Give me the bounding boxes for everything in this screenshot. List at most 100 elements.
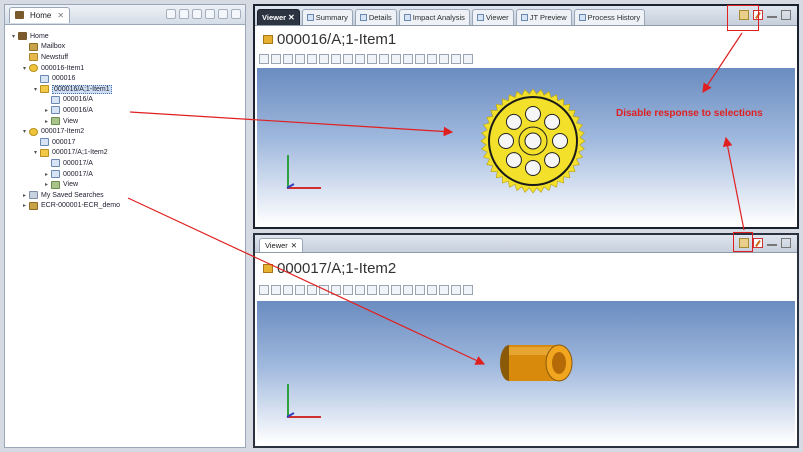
dataset-icon xyxy=(51,106,60,115)
settings-icon[interactable] xyxy=(463,54,473,64)
tree-node[interactable]: Mailbox xyxy=(9,42,241,53)
tree-node[interactable]: 000017/A xyxy=(9,158,241,169)
master-icon xyxy=(40,138,49,147)
minimize-icon[interactable] xyxy=(767,12,777,18)
expand-icon[interactable]: ▸ xyxy=(42,181,51,188)
collapse-icon[interactable]: ▾ xyxy=(31,86,40,93)
zoom-icon[interactable] xyxy=(343,54,353,64)
expand-icon[interactable]: ▸ xyxy=(42,118,51,125)
tree-node[interactable]: 000016 xyxy=(9,73,241,84)
tree-node[interactable]: ▾ 000016/A;1-Item1 xyxy=(9,84,241,95)
tab-home[interactable]: Home ✕ xyxy=(9,6,71,23)
measure-icon[interactable] xyxy=(379,285,389,295)
last-icon[interactable] xyxy=(307,54,317,64)
zoom-area-icon[interactable] xyxy=(331,285,341,295)
orbit-icon[interactable] xyxy=(355,54,365,64)
collapse-icon[interactable]: ▾ xyxy=(20,65,29,72)
forward-icon[interactable] xyxy=(179,9,189,19)
select-icon[interactable] xyxy=(259,285,269,295)
view-menu-icon[interactable] xyxy=(205,9,215,19)
move-icon[interactable] xyxy=(367,54,377,64)
tree-node[interactable]: ▾ Home xyxy=(9,31,241,42)
tree-node-label: 000017/A xyxy=(63,159,93,167)
close-icon[interactable]: ✕ xyxy=(57,11,64,20)
refresh-icon[interactable] xyxy=(192,9,202,19)
pan-icon[interactable] xyxy=(271,285,281,295)
editor-tab[interactable]: Viewer ✕ xyxy=(257,9,300,25)
zoom-icon[interactable] xyxy=(343,285,353,295)
measure-icon[interactable] xyxy=(379,54,389,64)
section-icon[interactable] xyxy=(391,54,401,64)
collapse-icon[interactable]: ▾ xyxy=(9,33,18,40)
editor-tab[interactable]: JT Preview xyxy=(515,9,572,25)
expand-icon[interactable]: ▸ xyxy=(42,171,51,178)
fit-icon[interactable] xyxy=(319,285,329,295)
hide-icon[interactable] xyxy=(451,285,461,295)
home-icon xyxy=(15,11,24,19)
gear-model[interactable] xyxy=(478,86,588,196)
tab-icon xyxy=(578,14,586,21)
expand-icon[interactable]: ▸ xyxy=(20,202,29,209)
tree-node[interactable]: 000016/A xyxy=(9,95,241,106)
snapshot-icon[interactable] xyxy=(415,54,425,64)
tree-node[interactable]: ▸ 000017/A xyxy=(9,169,241,180)
tube-model[interactable] xyxy=(497,333,587,393)
settings-icon[interactable] xyxy=(463,285,473,295)
maximize-icon[interactable] xyxy=(231,9,241,19)
tree-node[interactable]: ▸ My Saved Searches xyxy=(9,190,241,201)
expand-icon[interactable]: ▸ xyxy=(42,107,51,114)
tree-node[interactable]: ▸ ECR-000001-ECR_demo xyxy=(9,201,241,212)
shade-icon[interactable] xyxy=(427,54,437,64)
editor-tab[interactable]: Summary xyxy=(301,9,353,25)
tree-node[interactable]: ▸ View xyxy=(9,116,241,127)
hide-icon[interactable] xyxy=(451,54,461,64)
move-icon[interactable] xyxy=(367,285,377,295)
editor-tab[interactable]: Details xyxy=(354,9,397,25)
tree-node[interactable]: Newstuff xyxy=(9,52,241,63)
close-icon[interactable]: ✕ xyxy=(291,241,297,250)
tree-node[interactable]: ▸ View xyxy=(9,179,241,190)
collapse-icon[interactable]: ▾ xyxy=(20,128,29,135)
wire-icon[interactable] xyxy=(439,285,449,295)
minimize-icon[interactable] xyxy=(767,240,777,246)
first-icon[interactable] xyxy=(295,285,305,295)
markup-icon[interactable] xyxy=(403,285,413,295)
first-icon[interactable] xyxy=(295,54,305,64)
tree-node[interactable]: 000017 xyxy=(9,137,241,148)
tree-node[interactable]: ▾ 000017-Item2 xyxy=(9,126,241,137)
section-icon[interactable] xyxy=(391,285,401,295)
markup-icon[interactable] xyxy=(403,54,413,64)
editor-tab[interactable]: Impact Analysis xyxy=(398,9,470,25)
viewer-canvas-bottom[interactable] xyxy=(257,301,795,444)
tree-node-label: 000016/A xyxy=(63,106,93,114)
wire-icon[interactable] xyxy=(439,54,449,64)
fit-icon[interactable] xyxy=(319,54,329,64)
rotate-icon[interactable] xyxy=(283,285,293,295)
select-icon[interactable] xyxy=(259,54,269,64)
tree-node[interactable]: ▾ 000017/A;1-Item2 xyxy=(9,148,241,159)
shade-icon[interactable] xyxy=(427,285,437,295)
maximize-icon[interactable] xyxy=(781,238,791,248)
pin-view-icon[interactable] xyxy=(753,238,763,248)
snapshot-icon[interactable] xyxy=(415,285,425,295)
collapse-icon[interactable]: ▾ xyxy=(31,149,40,156)
maximize-icon[interactable] xyxy=(781,10,791,20)
home-view-toolbar xyxy=(166,9,241,19)
tree-node[interactable]: ▸ 000016/A xyxy=(9,105,241,116)
expand-icon[interactable]: ▸ xyxy=(20,192,29,199)
last-icon[interactable] xyxy=(307,285,317,295)
orbit-icon[interactable] xyxy=(355,285,365,295)
viewer-canvas-top[interactable] xyxy=(257,68,795,225)
back-icon[interactable] xyxy=(166,9,176,19)
zoom-area-icon[interactable] xyxy=(331,54,341,64)
editor-tab[interactable]: Viewer xyxy=(471,9,514,25)
tree-node-label: 000016 xyxy=(52,75,76,83)
tree-node-label: 000017/A xyxy=(63,170,93,178)
editor-tab[interactable]: Process History xyxy=(573,9,646,25)
rotate-icon[interactable] xyxy=(283,54,293,64)
close-icon[interactable]: ✕ xyxy=(288,13,295,22)
tab-viewer-bottom[interactable]: Viewer ✕ xyxy=(259,238,304,252)
tree-node[interactable]: ▾ 000016-Item1 xyxy=(9,63,241,74)
pan-icon[interactable] xyxy=(271,54,281,64)
minimize-icon[interactable] xyxy=(218,9,228,19)
